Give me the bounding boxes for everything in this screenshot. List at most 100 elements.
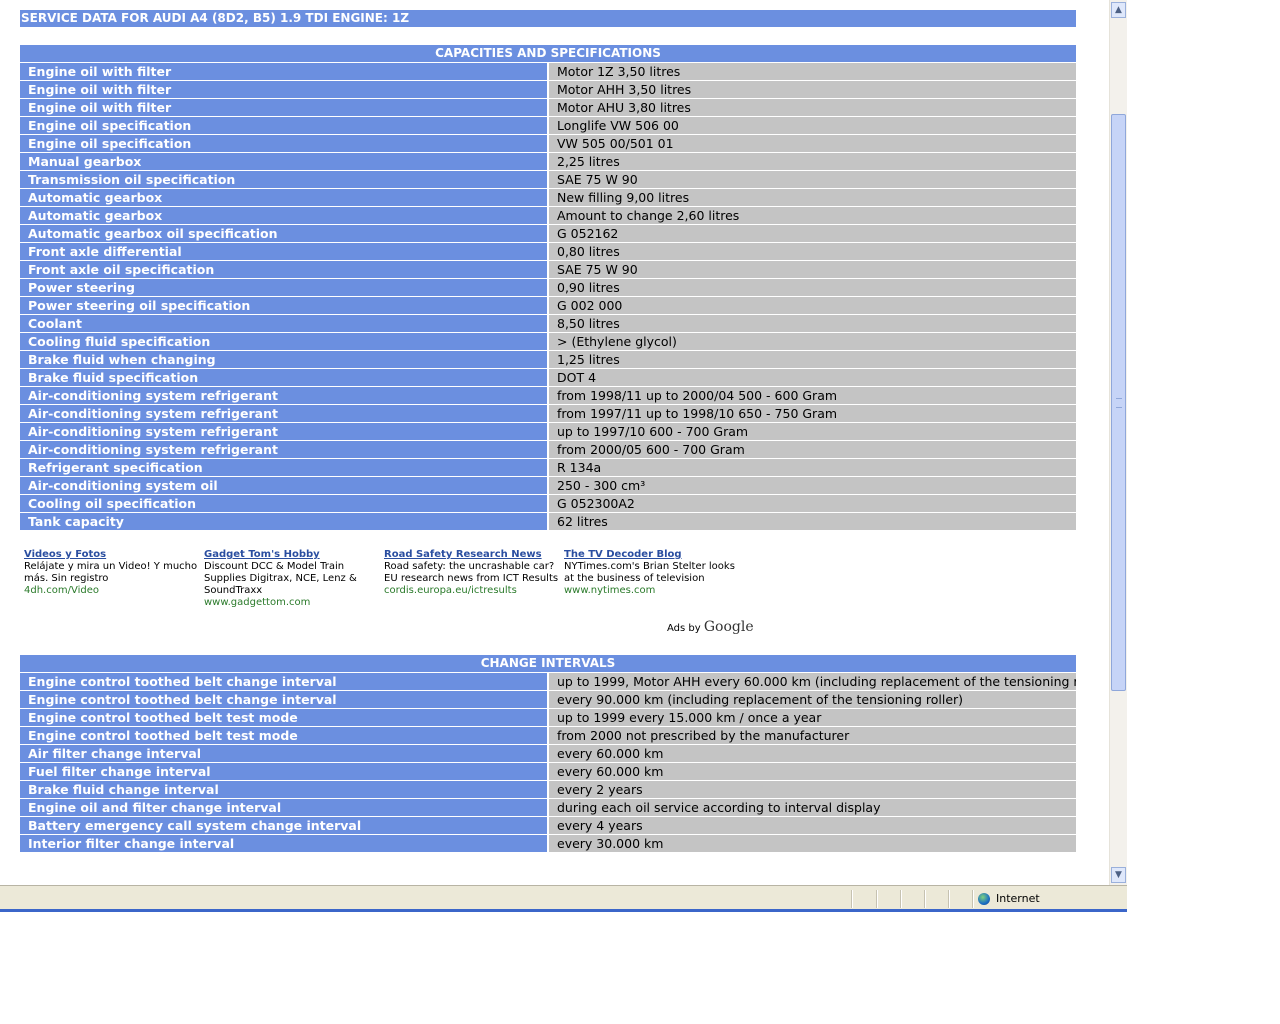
ad-url-link[interactable]: 4dh.com/Video [24,585,199,597]
ad-title-link[interactable]: Road Safety Research News [384,549,559,561]
ad-url-link[interactable]: www.gadgettom.com [204,597,379,609]
ads-by-google-link[interactable]: Ads by Google [667,619,754,635]
table-row: Brake fluid when changing 1,25 litres [20,350,1076,369]
row-value: VW 505 00/501 01 [548,134,1076,153]
status-separator [924,890,926,908]
arrow-down-icon: ▼ [1115,870,1122,880]
capacities-header-row: CAPACITIES AND SPECIFICATIONS [20,45,1076,63]
row-label: Automatic gearbox oil specification [20,224,549,243]
scroll-up-button[interactable]: ▲ [1111,2,1126,18]
table-row: Manual gearbox 2,25 litres [20,152,1076,171]
table-row: Brake fluid specification DOT 4 [20,368,1076,387]
row-label: Front axle differential [20,242,549,261]
ad-url-link[interactable]: cordis.europa.eu/ictresults [384,585,559,597]
ad-description: Road safety: the uncrashable car? EU res… [384,561,559,584]
scroll-thumb[interactable] [1111,114,1126,691]
table-row: Engine oil specification Longlife VW 506 … [20,116,1076,135]
ad-title-link[interactable]: Gadget Tom's Hobby [204,549,379,561]
row-label: Air-conditioning system refrigerant [20,422,549,441]
row-value: DOT 4 [548,368,1076,387]
ad-item: Road Safety Research News Road safety: th… [384,549,559,597]
row-value: from 1998/11 up to 2000/04 500 - 600 Gra… [548,386,1076,405]
row-label: Cooling oil specification [20,494,549,513]
table-row: Engine control toothed belt test mode fro… [20,726,1076,745]
status-separator [972,890,974,908]
row-value: Motor AHU 3,80 litres [548,98,1076,117]
table-row: Air-conditioning system refrigerant from … [20,440,1076,459]
row-value: 8,50 litres [548,314,1076,333]
row-label: Refrigerant specification [20,458,549,477]
row-value: from 1997/11 up to 1998/10 650 - 750 Gra… [548,404,1076,423]
table-row: Engine oil with filter Motor AHU 3,80 lit… [20,98,1076,117]
row-value: 62 litres [548,512,1076,531]
ads-block: Videos y Fotos Relájate y mira un Video! … [24,549,784,644]
row-label: Manual gearbox [20,152,549,171]
status-separator [948,890,950,908]
row-value: every 60.000 km [548,744,1076,763]
row-value: SAE 75 W 90 [548,260,1076,279]
table-row: Coolant 8,50 litres [20,314,1076,333]
row-value: R 134a [548,458,1076,477]
ad-url-link[interactable]: www.nytimes.com [564,585,739,597]
ad-title-link[interactable]: Videos y Fotos [24,549,199,561]
row-label: Engine oil with filter [20,62,549,81]
row-label: Air filter change interval [20,744,549,763]
row-value: G 002 000 [548,296,1076,315]
row-label: Air-conditioning system oil [20,476,549,495]
row-value: up to 1999, Motor AHH every 60.000 km (i… [548,672,1076,691]
capacities-table: CAPACITIES AND SPECIFICATIONS Engine oil… [20,45,1076,531]
row-value: from 2000 not prescribed by the manufact… [548,726,1076,745]
row-value: 2,25 litres [548,152,1076,171]
row-label: Engine oil specification [20,134,549,153]
table-row: Engine oil specification VW 505 00/501 01 [20,134,1076,153]
table-row: Automatic gearbox Amount to change 2,60 l… [20,206,1076,225]
row-value: Longlife VW 506 00 [548,116,1076,135]
vertical-scrollbar[interactable]: ▲ ▼ [1109,0,1127,885]
table-row: Transmission oil specification SAE 75 W 9… [20,170,1076,189]
capacities-heading: CAPACITIES AND SPECIFICATIONS [20,45,1076,63]
row-value: up to 1999 every 15.000 km / once a year [548,708,1076,727]
row-label: Engine oil with filter [20,98,549,117]
table-row: Engine control toothed belt change inter… [20,690,1076,709]
row-value: every 2 years [548,780,1076,799]
ad-description: Discount DCC & Model Train Supplies Digi… [204,561,357,596]
intervals-header-row: CHANGE INTERVALS [20,655,1076,673]
row-label: Engine oil specification [20,116,549,135]
row-value: G 052300A2 [548,494,1076,513]
row-value: Motor 1Z 3,50 litres [548,62,1076,81]
ad-title-link[interactable]: The TV Decoder Blog [564,549,739,561]
table-row: Interior filter change interval every 30.… [20,834,1076,853]
table-row: Air filter change interval every 60.000 k… [20,744,1076,763]
google-logo: Google [703,619,754,635]
globe-icon [978,893,990,905]
table-row: Power steering oil specification G 002 00… [20,296,1076,315]
row-label: Battery emergency call system change int… [20,816,549,835]
table-row: Refrigerant specification R 134a [20,458,1076,477]
row-value: New filling 9,00 litres [548,188,1076,207]
ad-item: Videos y Fotos Relájate y mira un Video! … [24,549,199,597]
status-separator [900,890,902,908]
browser-viewport: SERVICE DATA FOR AUDI A4 (8D2, B5) 1.9 T… [0,0,1109,885]
status-separator [876,890,878,908]
scroll-down-button[interactable]: ▼ [1111,867,1126,883]
ads-by-label: Ads by [667,623,701,634]
row-label: Air-conditioning system refrigerant [20,404,549,423]
table-row: Engine oil with filter Motor AHH 3,50 lit… [20,80,1076,99]
row-label: Engine oil with filter [20,80,549,99]
table-row: Brake fluid change interval every 2 years [20,780,1076,799]
row-value: every 30.000 km [548,834,1076,853]
row-value: every 60.000 km [548,762,1076,781]
row-label: Engine control toothed belt test mode [20,708,549,727]
row-label: Power steering oil specification [20,296,549,315]
table-row: Front axle differential 0,80 litres [20,242,1076,261]
row-label: Tank capacity [20,512,549,531]
row-label: Fuel filter change interval [20,762,549,781]
row-label: Automatic gearbox [20,206,549,225]
row-label: Front axle oil specification [20,260,549,279]
row-label: Power steering [20,278,549,297]
row-value: every 90.000 km (including replacement o… [548,690,1076,709]
status-bar: Internet [0,885,1127,912]
table-row: Tank capacity 62 litres [20,512,1076,531]
window-bottom-border [0,909,1127,912]
table-row: Engine control toothed belt test mode up … [20,708,1076,727]
